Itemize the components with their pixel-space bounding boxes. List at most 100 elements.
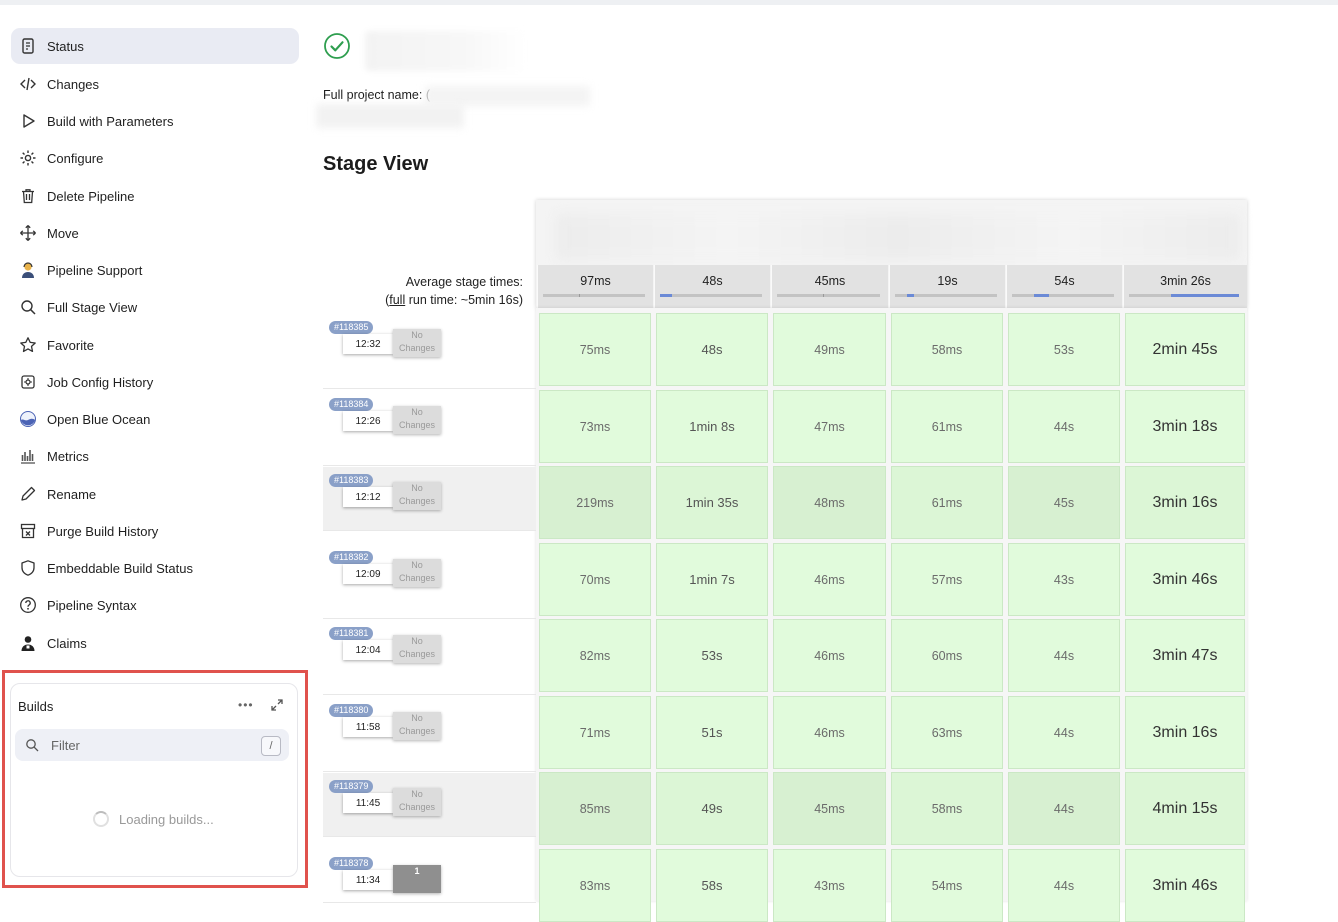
- no-changes-box[interactable]: No Changes: [393, 712, 441, 740]
- stage-cell[interactable]: 3min 16s: [1125, 696, 1245, 769]
- commit-count-box[interactable]: 1: [393, 865, 441, 893]
- top-bar: [0, 0, 1338, 5]
- search-icon: [26, 739, 39, 752]
- sidebar-item-job-config-history[interactable]: Job Config History: [11, 364, 299, 400]
- no-changes-box[interactable]: No Changes: [393, 788, 441, 816]
- builds-filter-input[interactable]: [49, 736, 253, 754]
- gear-icon: [18, 148, 38, 168]
- sidebar-item-status[interactable]: Status: [11, 28, 299, 64]
- stage-cell[interactable]: 61ms: [891, 390, 1003, 463]
- expand-icon[interactable]: [270, 698, 284, 712]
- stage-cell[interactable]: 46ms: [773, 543, 886, 616]
- run-id-badge[interactable]: #118381: [329, 627, 374, 640]
- stage-cell[interactable]: 49ms: [773, 313, 886, 386]
- no-changes-box[interactable]: No Changes: [393, 635, 441, 663]
- run-id-badge[interactable]: #118378: [329, 857, 374, 870]
- stage-cell[interactable]: 57ms: [891, 543, 1003, 616]
- sidebar-item-delete-pipeline[interactable]: Delete Pipeline: [11, 178, 299, 214]
- bar-chart-icon: [18, 446, 38, 466]
- sidebar-item-open-blue-ocean[interactable]: Open Blue Ocean: [11, 401, 299, 437]
- sidebar-item-full-stage-view[interactable]: Full Stage View: [11, 289, 299, 325]
- stage-cell[interactable]: 48s: [656, 313, 768, 386]
- avg-progress-bar: [777, 294, 880, 297]
- star-icon: [18, 335, 38, 355]
- stage-cell[interactable]: 85ms: [539, 772, 651, 845]
- stage-cell[interactable]: 47ms: [773, 390, 886, 463]
- stage-cell[interactable]: 48ms: [773, 466, 886, 539]
- sidebar-item-build-with-parameters[interactable]: Build with Parameters: [11, 103, 299, 139]
- stage-cell[interactable]: 45ms: [773, 772, 886, 845]
- sidebar-item-pipeline-syntax[interactable]: Pipeline Syntax: [11, 587, 299, 623]
- sidebar-item-pipeline-support[interactable]: Pipeline Support: [11, 252, 299, 288]
- stage-cell[interactable]: 44s: [1008, 390, 1120, 463]
- stage-cell[interactable]: 3min 46s: [1125, 849, 1245, 922]
- stage-cell[interactable]: 3min 46s: [1125, 543, 1245, 616]
- stage-cell[interactable]: 44s: [1008, 772, 1120, 845]
- stage-cell[interactable]: 43ms: [773, 849, 886, 922]
- sidebar-item-rename[interactable]: Rename: [11, 476, 299, 512]
- run-time: 12:26: [343, 411, 393, 431]
- avg-stage-time: 97ms: [580, 274, 611, 288]
- stage-cell[interactable]: 58ms: [891, 772, 1003, 845]
- stage-cell[interactable]: 54ms: [891, 849, 1003, 922]
- stage-cell[interactable]: 58ms: [891, 313, 1003, 386]
- stage-cell[interactable]: 3min 16s: [1125, 466, 1245, 539]
- run-row-header: #118378 11:34 1: [323, 850, 536, 903]
- stage-cell[interactable]: 75ms: [539, 313, 651, 386]
- stage-cell[interactable]: 4min 15s: [1125, 772, 1245, 845]
- run-time: 11:45: [343, 793, 393, 813]
- stage-cell[interactable]: 46ms: [773, 619, 886, 692]
- sidebar-item-changes[interactable]: Changes: [11, 66, 299, 102]
- stage-cell[interactable]: 2min 45s: [1125, 313, 1245, 386]
- stage-cell[interactable]: 3min 18s: [1125, 390, 1245, 463]
- stage-cell[interactable]: 3min 47s: [1125, 619, 1245, 692]
- stage-cell[interactable]: 46ms: [773, 696, 886, 769]
- stage-cell[interactable]: 82ms: [539, 619, 651, 692]
- stage-cell[interactable]: 61ms: [891, 466, 1003, 539]
- sidebar-item-claims[interactable]: Claims: [11, 625, 299, 661]
- no-changes-box[interactable]: No Changes: [393, 482, 441, 510]
- stage-cell[interactable]: 1min 35s: [656, 466, 768, 539]
- sidebar-item-configure[interactable]: Configure: [11, 140, 299, 176]
- stage-cell[interactable]: 44s: [1008, 849, 1120, 922]
- run-id-badge[interactable]: #118385: [329, 321, 374, 334]
- run-id-badge[interactable]: #118380: [329, 704, 374, 717]
- sidebar-item-embeddable-build-status[interactable]: Embeddable Build Status: [11, 550, 299, 586]
- run-id-badge[interactable]: #118383: [329, 474, 374, 487]
- no-changes-box[interactable]: No Changes: [393, 329, 441, 357]
- run-row-header: #118382 12:09 No Changes: [323, 544, 536, 619]
- stage-cell[interactable]: 44s: [1008, 696, 1120, 769]
- no-changes-box[interactable]: No Changes: [393, 406, 441, 434]
- run-id-badge[interactable]: #118384: [329, 398, 374, 411]
- builds-more-icon[interactable]: •••: [238, 698, 254, 712]
- stage-cell[interactable]: 1min 7s: [656, 543, 768, 616]
- no-changes-box[interactable]: No Changes: [393, 559, 441, 587]
- sidebar-item-purge-build-history[interactable]: Purge Build History: [11, 513, 299, 549]
- stage-cell[interactable]: 58s: [656, 849, 768, 922]
- stage-cell[interactable]: 43s: [1008, 543, 1120, 616]
- stage-cell[interactable]: 44s: [1008, 619, 1120, 692]
- run-id-badge[interactable]: #118379: [329, 780, 374, 793]
- stage-cell[interactable]: 51s: [656, 696, 768, 769]
- stage-cell[interactable]: 219ms: [539, 466, 651, 539]
- question-circle-icon: [18, 595, 38, 615]
- stage-cell[interactable]: 1min 8s: [656, 390, 768, 463]
- stage-cell[interactable]: 63ms: [891, 696, 1003, 769]
- sidebar-item-metrics[interactable]: Metrics: [11, 438, 299, 474]
- sidebar-item-favorite[interactable]: Favorite: [11, 327, 299, 363]
- stage-cell[interactable]: 53s: [1008, 313, 1120, 386]
- full-run-link[interactable]: full: [389, 293, 405, 307]
- no-changes-line2: Changes: [398, 649, 436, 659]
- stage-cell[interactable]: 53s: [656, 619, 768, 692]
- stage-cell[interactable]: 71ms: [539, 696, 651, 769]
- builds-filter[interactable]: /: [15, 729, 289, 761]
- stage-cell[interactable]: 73ms: [539, 390, 651, 463]
- stage-cell[interactable]: 45s: [1008, 466, 1120, 539]
- stage-cell[interactable]: 83ms: [539, 849, 651, 922]
- stage-cell[interactable]: 70ms: [539, 543, 651, 616]
- avg-progress-bar: [1129, 294, 1239, 297]
- stage-cell[interactable]: 49s: [656, 772, 768, 845]
- run-id-badge[interactable]: #118382: [329, 551, 374, 564]
- stage-cell[interactable]: 60ms: [891, 619, 1003, 692]
- sidebar-item-move[interactable]: Move: [11, 215, 299, 251]
